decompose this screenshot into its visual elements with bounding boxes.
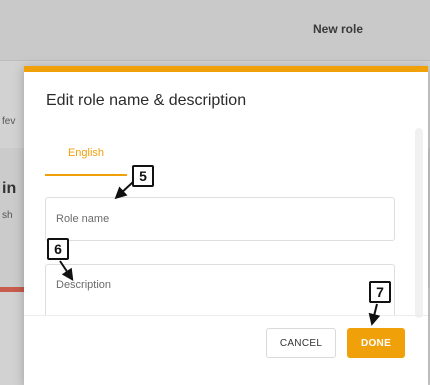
background-header-title: New role: [313, 22, 364, 36]
background-snippet: fev: [2, 116, 16, 127]
done-button[interactable]: DONE: [347, 328, 405, 358]
tab-active-indicator: [45, 174, 127, 176]
role-name-field[interactable]: [45, 197, 395, 241]
step-5-callout: 5: [132, 165, 154, 187]
description-field[interactable]: [45, 264, 395, 316]
edit-role-dialog: Edit role name & description English CAN…: [24, 66, 428, 385]
background-red-indicator: [0, 287, 24, 292]
step-6-callout: 6: [47, 238, 69, 260]
background-divider: [0, 60, 430, 61]
background-snippet: sh: [2, 210, 13, 221]
background-header: New role: [0, 0, 430, 60]
cancel-button[interactable]: CANCEL: [266, 328, 336, 358]
step-7-callout: 7: [369, 281, 391, 303]
description-input[interactable]: [46, 265, 394, 315]
dialog-accent-bar: [24, 66, 428, 72]
role-name-input[interactable]: [46, 198, 394, 240]
dialog-title: Edit role name & description: [46, 92, 247, 109]
tab-english[interactable]: English: [45, 136, 127, 174]
footer-divider: [24, 315, 428, 316]
background-heading: in: [2, 180, 17, 197]
dialog-scrollbar[interactable]: [415, 128, 423, 318]
